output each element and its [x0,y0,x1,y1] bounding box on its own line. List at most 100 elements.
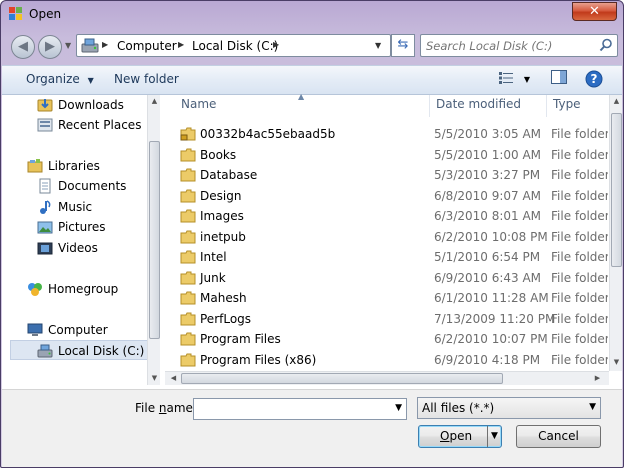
scroll-down-arrow[interactable]: ▼ [610,356,623,369]
recent-locations-dropdown[interactable]: ▼ [65,41,71,50]
address-bar[interactable]: ▶ Computer ▶ Local Disk (C:) ▶ ▼ [76,34,391,57]
help-button[interactable]: ? [584,70,604,90]
chevron-down-icon[interactable]: ▼ [395,403,402,413]
file-type: File folder [551,229,608,244]
sidebar-item-music[interactable]: Music [2,197,148,217]
breadcrumb-separator[interactable]: ▶ [102,40,108,49]
file-list-scrollbar[interactable]: ▲ ▼ [609,95,622,371]
back-arrow-icon: ◀ [18,39,28,54]
sidebar-item-recent-places[interactable]: Recent Places [2,115,148,135]
scroll-right-arrow[interactable]: ▶ [591,372,604,385]
file-name: Mahesh [200,291,247,305]
scroll-up-arrow[interactable]: ▲ [148,95,161,108]
sidebar-item-label: Homegroup [48,282,119,296]
scrollbar-thumb[interactable] [611,113,622,267]
refresh-button[interactable]: ⇆ [391,34,415,57]
column-header-name[interactable]: Name [181,97,216,117]
folder-icon [180,291,196,305]
sidebar-item-pictures[interactable]: Pictures [2,217,148,237]
close-button[interactable]: ✕ [572,2,617,21]
preview-pane-button[interactable] [549,70,569,90]
table-row[interactable]: Images 6/3/2010 8:01 AM File folder [171,206,608,226]
sidebar-item-label: Computer [48,323,108,337]
table-row[interactable]: Books 5/5/2010 1:00 AM File folder [171,145,608,165]
table-row[interactable]: Design 6/8/2010 9:07 AM File folder [171,186,608,206]
view-dropdown-arrow-icon[interactable]: ▼ [517,70,537,90]
column-header-date-modified[interactable]: Date modified [436,97,521,117]
pictures-icon [37,221,53,234]
file-type-filter-value: All files (*.*) [422,401,495,415]
file-type: File folder [551,270,608,285]
sidebar-item-homegroup[interactable]: Homegroup [2,279,148,299]
column-divider[interactable] [429,95,430,117]
new-folder-button[interactable]: New folder [114,72,179,86]
date-modified: 6/9/2010 6:43 AM [434,270,542,285]
file-type: File folder [551,352,608,367]
navigation-pane-scrollbar[interactable]: ▲ ▼ [147,95,160,385]
table-row[interactable]: Mahesh 6/1/2010 11:28 AM File folder [171,288,608,308]
sidebar-item-libraries[interactable]: Libraries [2,156,148,176]
file-type: File folder [551,188,608,203]
sidebar-item-computer[interactable]: Computer [2,320,148,340]
file-name: Intel [200,250,227,264]
search-input[interactable] [426,38,594,53]
table-row[interactable]: Intel 5/1/2010 6:54 PM File folder [171,247,608,267]
file-type-filter[interactable]: All files (*.*) ▼ [417,397,601,419]
change-view-button[interactable] [496,70,516,90]
sidebar-item-label: Pictures [58,220,106,234]
preview-pane-icon [551,70,567,84]
app-icon [9,7,22,20]
column-divider[interactable] [546,95,547,117]
label-text: File [135,401,159,415]
sidebar-item-downloads[interactable]: Downloads [2,95,148,115]
open-button[interactable]: Open ▼ [418,425,502,448]
refresh-icon: ⇆ [397,37,409,52]
address-dropdown-arrow[interactable]: ▼ [375,41,381,50]
back-button[interactable]: ◀ [11,35,35,59]
file-list-horizontal-scrollbar[interactable]: ◀ ▶ [165,371,609,385]
scroll-up-arrow[interactable]: ▲ [610,95,623,108]
column-header-type[interactable]: Type [553,97,581,117]
table-row[interactable]: Program Files (x86) 6/9/2010 4:18 PM File … [171,350,608,370]
table-row[interactable]: Program Files 6/2/2010 10:07 PM File folde… [171,329,608,349]
table-row[interactable]: Database 5/3/2010 3:27 PM File folder [171,165,608,185]
dialog-footer: File name: ▼ All files (*.*) ▼ Open ▼ Ca… [2,389,622,467]
computer-drive-icon [81,38,99,53]
file-name: Design [200,188,242,203]
sidebar-item-local-disk[interactable]: Local Disk (C:) [10,340,148,360]
breadcrumb-local-disk[interactable]: Local Disk (C:) [192,39,278,53]
cancel-button[interactable]: Cancel [516,425,601,448]
sidebar-item-documents[interactable]: Documents [2,176,148,196]
date-modified: 5/3/2010 3:27 PM [434,168,541,182]
search-box[interactable] [420,34,618,57]
organize-button[interactable]: Organize ▼ [26,72,94,86]
table-row[interactable]: inetpub 6/2/2010 10:08 PM File folder [171,227,608,247]
file-name: Books [200,147,237,162]
forward-button[interactable]: ▶ [38,35,62,59]
folder-icon [180,168,196,182]
date-modified: 5/5/2010 3:05 AM [434,127,542,141]
sidebar-item-videos[interactable]: Videos [2,238,148,258]
table-row[interactable]: Junk 6/9/2010 6:43 AM File folder [171,268,608,288]
sidebar-item-label: Downloads [58,98,124,112]
scrollbar-thumb[interactable] [149,141,160,339]
table-row[interactable]: 00332b4ac55ebaad5b 5/5/2010 3:05 AM File f… [171,124,608,144]
breadcrumb-separator[interactable]: ▶ [273,40,279,49]
split-divider [487,426,488,447]
title-bar[interactable]: Open ✕ [1,1,623,29]
navigation-pane: Downloads Recent Places Libraries Docume… [2,95,162,389]
file-type: File folder [551,311,608,326]
breadcrumb-computer[interactable]: Computer [117,39,177,53]
file-name: Program Files [200,332,281,346]
table-row[interactable]: PerfLogs 7/13/2009 11:20 PM File folder [171,309,608,329]
open-options-dropdown-icon[interactable]: ▼ [491,426,498,447]
file-type: File folder [551,291,608,305]
breadcrumb-separator[interactable]: ▶ [178,40,184,49]
folder-icon [180,332,196,346]
sidebar-item-label: Recent Places [58,118,142,132]
scrollbar-thumb[interactable] [181,373,503,384]
file-name-combo[interactable]: ▼ [193,398,407,420]
scroll-down-arrow[interactable]: ▼ [148,372,161,385]
search-icon[interactable] [599,38,613,52]
scroll-left-arrow[interactable]: ◀ [167,372,180,385]
